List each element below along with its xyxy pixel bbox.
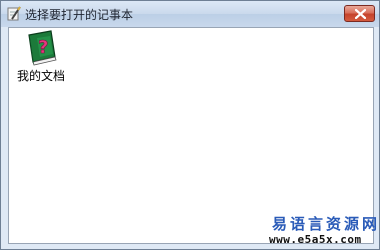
watermark-url: www.e5a5x.com (269, 233, 362, 246)
dialog-window: 选择要打开的记事本 ? 我的文档 易语言资源网 www.e5a5x.com (0, 0, 380, 250)
svg-text:?: ? (38, 37, 48, 58)
title-bar[interactable]: 选择要打开的记事本 (1, 1, 379, 27)
notepad-pencil-icon (7, 6, 21, 21)
window-title: 选择要打开的记事本 (25, 8, 134, 22)
green-book-question-icon: ? (28, 30, 57, 66)
close-button[interactable] (344, 5, 375, 22)
close-x-icon (355, 9, 366, 19)
item-view[interactable]: ? 我的文档 (8, 27, 374, 244)
list-item-my-documents[interactable]: ? 我的文档 (15, 29, 67, 84)
watermark-title: 易语言资源网 (272, 215, 380, 233)
item-label: 我的文档 (16, 69, 65, 83)
